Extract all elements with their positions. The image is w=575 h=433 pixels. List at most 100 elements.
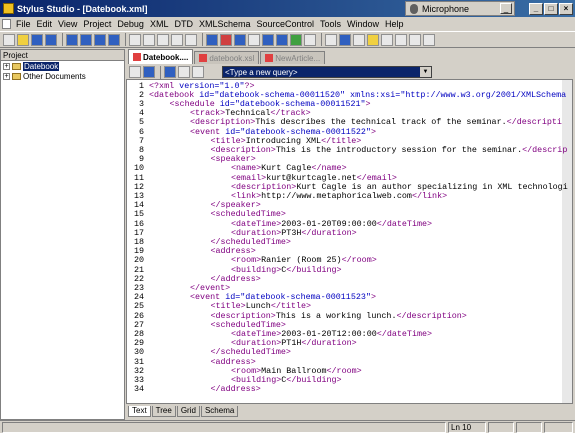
menu-debug[interactable]: Debug (114, 19, 147, 29)
stop-icon[interactable] (423, 33, 435, 46)
menu-tools[interactable]: Tools (317, 19, 344, 29)
menu-xmlschema[interactable]: XMLSchema (196, 19, 254, 29)
xpath-icon[interactable] (143, 66, 155, 78)
cursor-position: Ln 10 Col 40 (448, 422, 486, 433)
minimize-button[interactable]: _ (529, 2, 543, 15)
editor-pane: Datebook.... datebook.xsl NewArticle... … (126, 49, 575, 420)
code-line[interactable]: 20 <room>Ranier (Room 25)</room> (127, 256, 572, 265)
code-line[interactable]: 17 <duration>PT3H</duration> (127, 228, 572, 238)
next-bookmark-icon[interactable] (339, 33, 351, 46)
tab-newarticle[interactable]: NewArticle... (260, 51, 326, 64)
tab-label: datebook.xsl (209, 53, 255, 63)
menu-project[interactable]: Project (80, 19, 114, 29)
run-icon[interactable] (290, 33, 302, 46)
evaluate-icon[interactable] (164, 66, 176, 78)
microphone-minimize-button[interactable]: _ (500, 3, 512, 14)
validate-icon[interactable] (220, 33, 232, 46)
tab-schema[interactable]: Schema (200, 406, 239, 417)
project-item-datebook[interactable]: + Datebook (1, 61, 124, 71)
microphone-label: Microphone (422, 3, 470, 14)
status-cell-3 (544, 422, 573, 433)
menu-view[interactable]: View (55, 19, 80, 29)
cascade-window-icon[interactable] (94, 33, 106, 46)
folder-icon (12, 62, 21, 70)
cut-icon[interactable] (129, 33, 141, 46)
menu-window[interactable]: Window (344, 19, 382, 29)
menu-dtd[interactable]: DTD (171, 19, 196, 29)
menu-edit[interactable]: Edit (34, 19, 56, 29)
close-button[interactable]: × (559, 2, 573, 15)
format-icon[interactable] (234, 33, 246, 46)
title-bar: Stylus Studio - [Datebook.xml] Microphon… (0, 0, 575, 17)
menu-sourcecontrol[interactable]: SourceControl (253, 19, 317, 29)
tab-tree[interactable]: Tree (151, 406, 176, 417)
code-line[interactable]: 21 <building>C</building> (127, 265, 572, 275)
code-editor[interactable]: 1 <?xml version="1.0"?> 2 <datebook id="dat… (126, 79, 573, 404)
app-icon (3, 3, 14, 14)
code-line[interactable]: 18 </scheduledTime> (127, 237, 572, 247)
comment-icon[interactable] (276, 33, 288, 46)
function-icon[interactable] (178, 66, 190, 78)
bookmark-icon[interactable] (325, 33, 337, 46)
status-cell-1 (488, 422, 514, 433)
find-icon[interactable] (206, 33, 218, 46)
chevron-down-icon[interactable]: ▼ (420, 67, 431, 77)
code-line[interactable]: 9 <speaker> (127, 154, 572, 164)
outdent-icon[interactable] (262, 33, 274, 46)
window-layout-icon[interactable] (66, 33, 78, 46)
code-line[interactable]: 34 </address> (127, 384, 572, 395)
save-all-icon[interactable] (45, 33, 57, 46)
tab-label: NewArticle... (275, 53, 321, 63)
menu-bar: File Edit View Project Debug XML DTD XML… (0, 17, 575, 31)
microphone-icon (410, 3, 418, 14)
project-item-other-documents[interactable]: + Other Documents (1, 71, 124, 81)
microphone-bar[interactable]: Microphone _ (405, 1, 515, 16)
query-select[interactable]: <Type a new query> ▼ (222, 66, 432, 78)
preview-icon[interactable] (304, 33, 316, 46)
line-number: 34 (133, 384, 144, 395)
expand-icon[interactable]: + (3, 72, 10, 80)
xsl-file-icon (199, 54, 208, 62)
code-line[interactable]: 29 <duration>PT1H</duration> (127, 338, 572, 348)
step-into-icon[interactable] (381, 33, 393, 46)
tab-datebook-xml[interactable]: Datebook.... (128, 49, 194, 64)
query-toolbar: <Type a new query> ▼ (126, 65, 575, 79)
document-tabs: Datebook.... datebook.xsl NewArticle... (126, 49, 575, 64)
code-line[interactable]: 30 </scheduledTime> (127, 348, 572, 357)
step-over-icon[interactable] (395, 33, 407, 46)
code-line[interactable]: 26 <description>This is a working lunch.<… (127, 311, 572, 321)
split-view-icon[interactable] (108, 33, 120, 46)
open-folder-icon[interactable] (17, 33, 29, 46)
tab-text[interactable]: Text (128, 406, 151, 417)
code-line[interactable]: 24 <event id="datebook-schema-00011523"> (127, 292, 572, 302)
breakpoint-icon[interactable] (367, 33, 379, 46)
code-line[interactable]: 14 </speaker> (127, 200, 572, 210)
expand-icon[interactable]: + (3, 62, 10, 70)
paste-icon[interactable] (157, 33, 169, 46)
query-tool-icon[interactable] (129, 66, 141, 78)
code-line[interactable]: 8 <description>This is the introductory s… (127, 145, 572, 155)
menu-xml[interactable]: XML (147, 19, 172, 29)
indent-icon[interactable] (248, 33, 260, 46)
status-cell-2 (516, 422, 542, 433)
new-file-icon[interactable] (3, 33, 15, 46)
undo-icon[interactable] (171, 33, 183, 46)
menu-file[interactable]: File (13, 19, 34, 29)
code-line[interactable]: 13 <link>http://www.metaphoricalweb.com</… (127, 191, 572, 201)
redo-icon[interactable] (185, 33, 197, 46)
tab-grid[interactable]: Grid (176, 406, 200, 417)
status-message (2, 422, 446, 433)
query-options-icon[interactable] (192, 66, 204, 78)
copy-icon[interactable] (143, 33, 155, 46)
line-content: </address> (210, 384, 261, 395)
code-line[interactable]: 32 <room>Main Ballroom</room> (127, 366, 572, 376)
step-out-icon[interactable] (409, 33, 421, 46)
tab-datebook-xsl[interactable]: datebook.xsl (194, 51, 260, 64)
prev-bookmark-icon[interactable] (353, 33, 365, 46)
tile-window-icon[interactable] (80, 33, 92, 46)
code-line[interactable]: 33 <building>C</building> (127, 375, 572, 385)
save-icon[interactable] (31, 33, 43, 46)
menu-help[interactable]: Help (382, 19, 407, 29)
maximize-button[interactable]: □ (544, 2, 558, 15)
toolbar-separator (125, 33, 126, 46)
